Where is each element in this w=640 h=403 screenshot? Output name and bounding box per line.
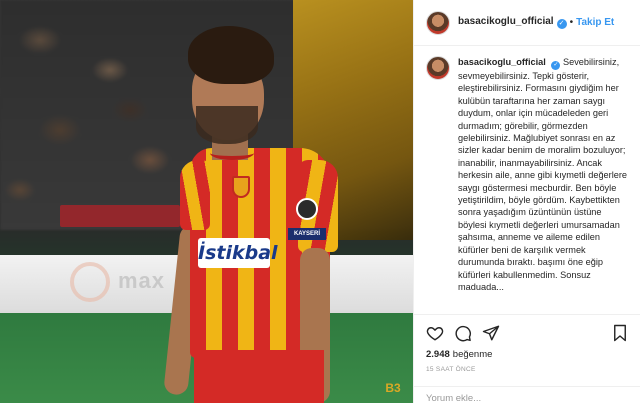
header-separator: •	[569, 17, 574, 28]
comment-box	[414, 386, 640, 403]
comment-input[interactable]	[426, 390, 606, 403]
author-username[interactable]: basacikoglu_official ✓	[458, 16, 567, 29]
caption-area: basacikoglu_official ✓ Sevebilirsiniz, s…	[414, 56, 640, 314]
post-side-panel: basacikoglu_official ✓ • Takip Et basacik…	[413, 0, 640, 403]
likes-label[interactable]: beğenme	[453, 349, 493, 360]
ad-logo	[70, 262, 110, 302]
post-timestamp[interactable]: 15 SAAT ÖNCE	[426, 366, 476, 373]
post-photo[interactable]: max KAYSERİ İstikbal B3	[0, 0, 413, 403]
author-avatar[interactable]	[426, 10, 450, 35]
club-crest-icon	[232, 176, 250, 198]
share-icon[interactable]	[482, 324, 500, 342]
caption: basacikoglu_official ✓ Sevebilirsiniz, s…	[458, 56, 631, 293]
photo-watermark: B3	[385, 381, 401, 395]
action-icons-row	[426, 323, 629, 343]
caption-verified-badge-icon: ✓	[551, 61, 561, 70]
league-badge-icon	[296, 198, 318, 220]
player-left-sleeve	[180, 160, 210, 230]
player-hair	[188, 26, 274, 84]
caption-username[interactable]: basacikoglu_official	[458, 57, 546, 67]
likes-number[interactable]: 2.948	[426, 349, 450, 360]
post-actions: 2.948 beğenme	[414, 314, 640, 360]
follow-button[interactable]: Takip Et	[576, 17, 614, 28]
verified-badge-icon: ✓	[556, 19, 567, 29]
caption-author-avatar[interactable]	[426, 56, 450, 80]
jersey-collar	[210, 146, 254, 160]
jersey-sponsor: İstikbal	[198, 238, 278, 268]
player-beard	[196, 106, 258, 144]
heart-icon[interactable]	[426, 324, 444, 342]
post-header: basacikoglu_official ✓ • Takip Et	[414, 0, 640, 46]
player-shorts	[194, 350, 324, 403]
author-username-text[interactable]: basacikoglu_official	[458, 16, 554, 27]
caption-text: Sevebilirsiniz, sevmeyebilirsiniz. Tepki…	[458, 57, 628, 292]
bookmark-icon[interactable]	[611, 324, 629, 342]
instagram-post: max KAYSERİ İstikbal B3 basacikoglu_offi…	[0, 0, 640, 403]
likes-count[interactable]: 2.948 beğenme	[426, 349, 629, 360]
comment-icon[interactable]	[454, 324, 472, 342]
football-player: KAYSERİ İstikbal	[150, 20, 350, 403]
sleeve-sponsor: KAYSERİ	[288, 228, 326, 240]
caption-row: basacikoglu_official ✓ Sevebilirsiniz, s…	[426, 56, 631, 293]
